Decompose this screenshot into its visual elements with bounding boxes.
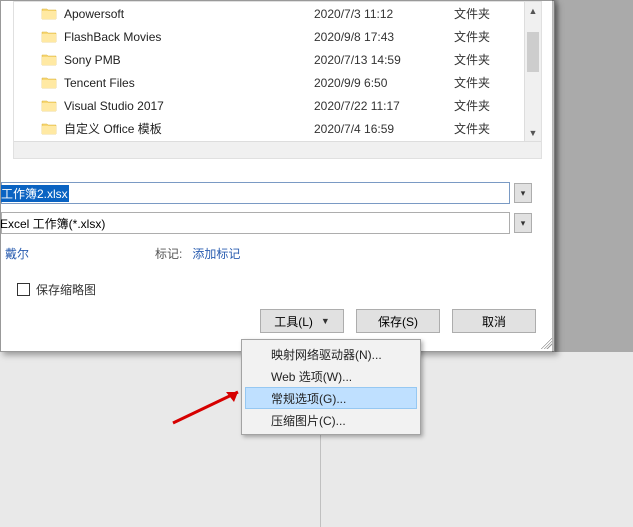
cancel-button[interactable]: 取消 — [452, 309, 536, 333]
save-thumbnail-label: 保存缩略图 — [36, 281, 96, 298]
folder-icon — [40, 28, 58, 46]
filetype-input[interactable]: Excel 工作簿(*.xlsx) — [1, 212, 510, 234]
tag-label: 标记: — [155, 245, 182, 262]
save-as-dialog: Apowersoft2020/7/3 11:12文件夹FlashBack Mov… — [0, 0, 555, 352]
filetype-dropdown-button[interactable]: ▾ — [514, 213, 532, 233]
file-name: Sony PMB — [64, 53, 314, 67]
chevron-down-icon: ▼ — [321, 316, 330, 326]
menu-item-general-options[interactable]: 常规选项(G)... — [245, 387, 417, 409]
folder-icon — [40, 74, 58, 92]
dialog-buttons: 工具(L) ▼ 保存(S) 取消 — [260, 309, 536, 333]
file-list[interactable]: Apowersoft2020/7/3 11:12文件夹FlashBack Mov… — [13, 1, 542, 159]
annotation-arrow — [168, 378, 258, 428]
file-name: Visual Studio 2017 — [64, 99, 314, 113]
file-name: 自定义 Office 模板 — [64, 120, 314, 137]
menu-item-compress-pictures[interactable]: 压缩图片(C)... — [245, 409, 417, 431]
cancel-button-label: 取消 — [482, 313, 506, 330]
tools-button[interactable]: 工具(L) ▼ — [260, 309, 344, 333]
filename-input[interactable]: 工作簿2.xlsx — [1, 182, 510, 204]
scroll-down-button[interactable]: ▼ — [525, 124, 542, 141]
tools-dropdown-menu: 映射网络驱动器(N)... Web 选项(W)... 常规选项(G)... 压缩… — [241, 339, 421, 435]
filetype-row: Excel 工作簿(*.xlsx) ▾ — [1, 211, 532, 235]
scroll-thumb[interactable] — [527, 32, 539, 72]
file-date: 2020/7/22 11:17 — [314, 99, 454, 113]
horizontal-scrollbar[interactable] — [14, 141, 541, 158]
folder-icon — [40, 5, 58, 23]
file-row[interactable]: Tencent Files2020/9/9 6:50文件夹 — [14, 71, 541, 94]
save-thumbnail-checkbox[interactable] — [17, 283, 30, 296]
folder-icon — [40, 97, 58, 115]
file-row[interactable]: FlashBack Movies2020/9/8 17:43文件夹 — [14, 25, 541, 48]
file-row[interactable]: Sony PMB2020/7/13 14:59文件夹 — [14, 48, 541, 71]
metadata-row: 戴尔 标记: 添加标记 — [1, 245, 532, 262]
file-row[interactable]: 自定义 Office 模板2020/7/4 16:59文件夹 — [14, 117, 541, 140]
vertical-scrollbar[interactable]: ▲ ▼ — [524, 2, 541, 141]
save-button[interactable]: 保存(S) — [356, 309, 440, 333]
menu-item-map-network-drive[interactable]: 映射网络驱动器(N)... — [245, 343, 417, 365]
file-date: 2020/7/13 14:59 — [314, 53, 454, 67]
filename-value: 工作簿2.xlsx — [0, 185, 69, 202]
save-button-label: 保存(S) — [378, 313, 418, 330]
file-date: 2020/9/8 17:43 — [314, 30, 454, 44]
filetype-value: Excel 工作簿(*.xlsx) — [0, 215, 105, 232]
file-row[interactable]: Apowersoft2020/7/3 11:12文件夹 — [14, 2, 541, 25]
file-row[interactable]: Visual Studio 20172020/7/22 11:17文件夹 — [14, 94, 541, 117]
filename-row: 工作簿2.xlsx ▾ — [1, 181, 532, 205]
scroll-up-button[interactable]: ▲ — [525, 2, 542, 19]
file-date: 2020/9/9 6:50 — [314, 76, 454, 90]
file-name: Apowersoft — [64, 7, 314, 21]
file-name: Tencent Files — [64, 76, 314, 90]
file-date: 2020/7/4 16:59 — [314, 122, 454, 136]
dialog-shadow — [552, 0, 560, 352]
folder-icon — [40, 51, 58, 69]
save-thumbnail-row: 保存缩略图 — [17, 281, 96, 298]
filename-dropdown-button[interactable]: ▾ — [514, 183, 532, 203]
menu-item-web-options[interactable]: Web 选项(W)... — [245, 365, 417, 387]
folder-icon — [40, 120, 58, 138]
file-name: FlashBack Movies — [64, 30, 314, 44]
tag-value[interactable]: 添加标记 — [192, 245, 240, 262]
file-date: 2020/7/3 11:12 — [314, 7, 454, 21]
author-value: 戴尔 — [5, 245, 29, 262]
tools-button-label: 工具(L) — [274, 313, 313, 330]
resize-grip[interactable] — [538, 335, 552, 349]
